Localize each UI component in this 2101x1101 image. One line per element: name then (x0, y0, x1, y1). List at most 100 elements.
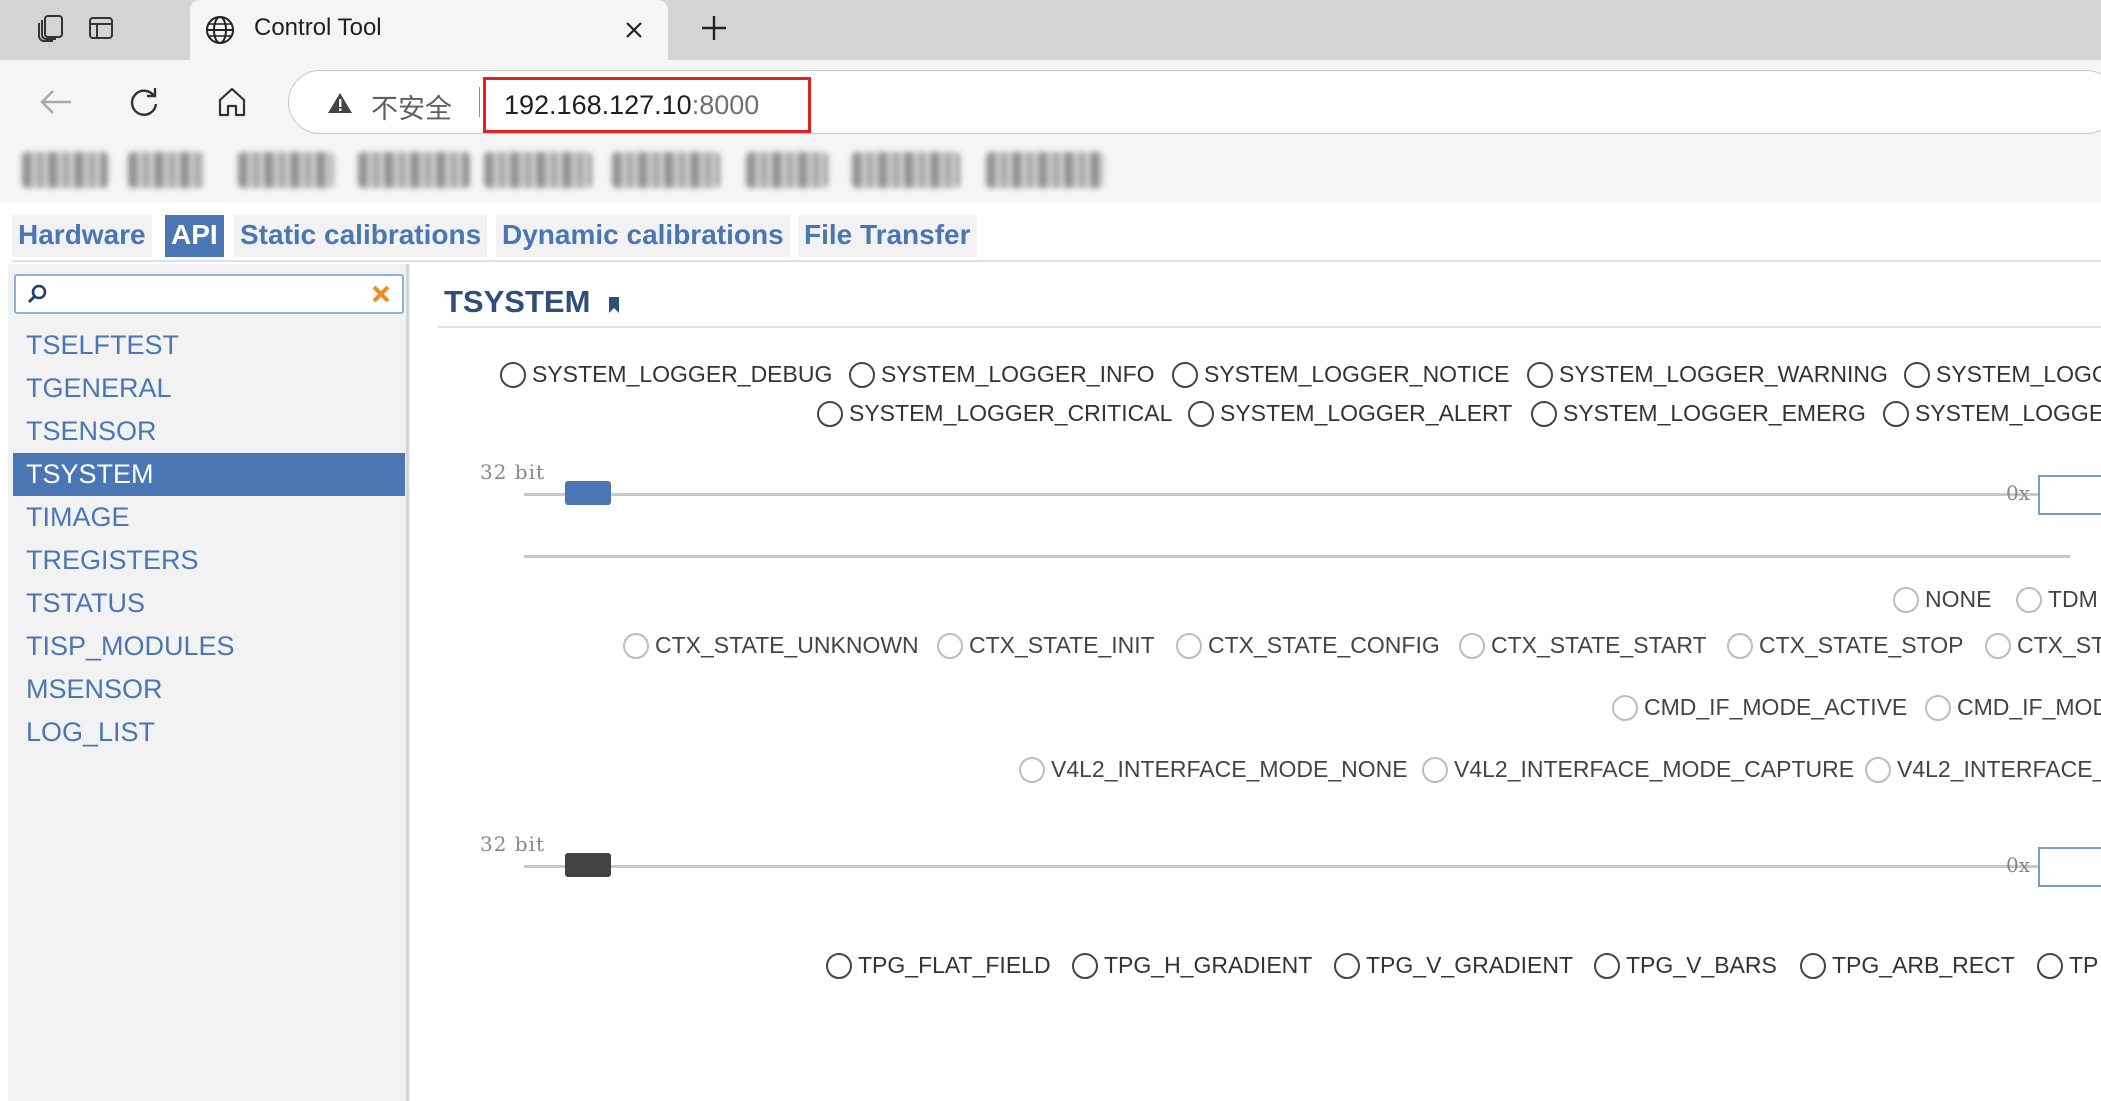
radio-circle[interactable] (1865, 756, 1891, 783)
url-text[interactable]: 192.168.127.10:8000 (504, 90, 759, 121)
back-button[interactable] (32, 78, 80, 126)
radio-tpg-other[interactable]: TP (2037, 952, 2098, 979)
radio-circle[interactable] (1172, 361, 1198, 388)
radio-tpg-flat-field[interactable]: TPG_FLAT_FIELD (826, 952, 1051, 979)
radio-circle[interactable] (1334, 952, 1360, 979)
radio-circle[interactable] (1594, 952, 1620, 979)
radio-logger-info[interactable]: SYSTEM_LOGGER_INFO (849, 361, 1155, 388)
radio-logger-warning[interactable]: SYSTEM_LOGGER_WARNING (1527, 361, 1888, 388)
radio-mode-tdm[interactable]: TDM (2016, 586, 2098, 613)
radio-cmd-mode-other[interactable]: CMD_IF_MOD (1925, 694, 2101, 721)
home-button[interactable] (208, 78, 256, 126)
sidebar-item-tsystem[interactable]: TSYSTEM (13, 453, 405, 496)
radio-v4l2-mode-capture[interactable]: V4L2_INTERFACE_MODE_CAPTURE (1422, 756, 1854, 783)
radio-ctx-stop[interactable]: CTX_STATE_STOP (1727, 632, 1964, 659)
sidebar-item-tselftest[interactable]: TSELFTEST (13, 324, 405, 367)
tab-static-calibrations[interactable]: Static calibrations (234, 215, 488, 257)
radio-circle[interactable] (1072, 952, 1098, 979)
sidebar-item-tsensor[interactable]: TSENSOR (13, 410, 405, 453)
clear-icon[interactable] (368, 281, 394, 307)
value-slider-2-handle[interactable] (565, 853, 611, 877)
tab-dynamic-calibrations[interactable]: Dynamic calibrations (496, 215, 790, 257)
radio-circle[interactable] (817, 400, 843, 427)
radio-circle[interactable] (826, 952, 852, 979)
radio-logger-debug[interactable]: SYSTEM_LOGGER_DEBUG (500, 361, 832, 388)
address-bar[interactable]: 不安全 192.168.127.10:8000 (288, 70, 2101, 134)
radio-tpg-h-gradient[interactable]: TPG_H_GRADIENT (1072, 952, 1312, 979)
radio-circle[interactable] (2037, 952, 2063, 979)
sidebar-item-log-list[interactable]: LOG_LIST (13, 711, 405, 754)
hex-value-input-1[interactable] (2038, 475, 2101, 515)
sidebar-item-tstatus[interactable]: TSTATUS (13, 582, 405, 625)
tab-actions-button[interactable] (70, 0, 132, 56)
radio-ctx-unknown[interactable]: CTX_STATE_UNKNOWN (623, 632, 919, 659)
value-slider-1-handle[interactable] (565, 481, 611, 505)
radio-circle[interactable] (623, 632, 649, 659)
radio-circle[interactable] (937, 632, 963, 659)
radio-label: TPG_FLAT_FIELD (858, 952, 1051, 978)
bookmark-item[interactable] (22, 152, 108, 188)
tab-api[interactable]: API (165, 215, 224, 257)
radio-logger-critical[interactable]: SYSTEM_LOGGER_CRITICAL (817, 400, 1172, 427)
radio-circle[interactable] (1527, 361, 1553, 388)
radio-circle[interactable] (1422, 756, 1448, 783)
radio-tpg-v-bars[interactable]: TPG_V_BARS (1594, 952, 1777, 979)
bookmark-item[interactable] (484, 152, 592, 188)
bookmark-item[interactable] (358, 152, 470, 188)
radio-ctx-start[interactable]: CTX_STATE_START (1459, 632, 1707, 659)
sidebar-item-tgeneral[interactable]: TGENERAL (13, 367, 405, 410)
radio-tpg-arb-rect[interactable]: TPG_ARB_RECT (1800, 952, 2015, 979)
radio-circle[interactable] (1176, 632, 1202, 659)
sidebar-item-tisp-modules[interactable]: TISP_MODULES (13, 625, 405, 668)
radio-logger-alert[interactable]: SYSTEM_LOGGER_ALERT (1188, 400, 1512, 427)
bookmark-item[interactable] (238, 152, 334, 188)
radio-circle[interactable] (1985, 632, 2011, 659)
radio-ctx-other[interactable]: CTX_ST (1985, 632, 2101, 659)
radio-mode-none[interactable]: NONE (1893, 586, 1991, 613)
radio-v4l2-mode-none[interactable]: V4L2_INTERFACE_MODE_NONE (1019, 756, 1408, 783)
globe-icon (206, 16, 234, 44)
radio-logger-error[interactable]: SYSTEM_LOGG (1904, 361, 2101, 388)
sidebar-item-msensor[interactable]: MSENSOR (13, 668, 405, 711)
radio-logger-other[interactable]: SYSTEM_LOGGEI (1883, 400, 2101, 427)
bookmark-item[interactable] (852, 152, 960, 188)
radio-circle[interactable] (1904, 361, 1930, 388)
bookmark-item[interactable] (128, 152, 204, 188)
radio-v4l2-mode-other[interactable]: V4L2_INTERFACE_ (1865, 756, 2101, 783)
radio-circle[interactable] (849, 361, 875, 388)
radio-circle[interactable] (1893, 586, 1919, 613)
radio-label: TPG_H_GRADIENT (1104, 952, 1313, 978)
bookmark-icon[interactable] (608, 296, 620, 314)
radio-ctx-init[interactable]: CTX_STATE_INIT (937, 632, 1155, 659)
radio-circle[interactable] (1188, 400, 1214, 427)
radio-logger-notice[interactable]: SYSTEM_LOGGER_NOTICE (1172, 361, 1509, 388)
radio-tpg-v-gradient[interactable]: TPG_V_GRADIENT (1334, 952, 1573, 979)
radio-logger-emerg[interactable]: SYSTEM_LOGGER_EMERG (1531, 400, 1866, 427)
radio-circle[interactable] (500, 361, 526, 388)
radio-circle[interactable] (1727, 632, 1753, 659)
hex-value-input-2[interactable] (2038, 847, 2101, 887)
bookmark-item[interactable] (612, 152, 720, 188)
sidebar-search[interactable] (14, 274, 404, 314)
bookmark-item[interactable] (986, 152, 1104, 188)
tab-file-transfer[interactable]: File Transfer (798, 215, 977, 257)
radio-cmd-mode-active[interactable]: CMD_IF_MODE_ACTIVE (1612, 694, 1907, 721)
radio-circle[interactable] (1019, 756, 1045, 783)
radio-circle[interactable] (1612, 694, 1638, 721)
radio-circle[interactable] (1883, 400, 1909, 427)
radio-circle[interactable] (2016, 586, 2042, 613)
radio-ctx-config[interactable]: CTX_STATE_CONFIG (1176, 632, 1440, 659)
reload-button[interactable] (120, 78, 168, 126)
tab-close-button[interactable] (614, 10, 654, 50)
radio-circle[interactable] (1925, 694, 1951, 721)
radio-circle[interactable] (1800, 952, 1826, 979)
radio-circle[interactable] (1531, 400, 1557, 427)
bookmark-item[interactable] (746, 152, 828, 188)
browser-tab[interactable]: Control Tool (190, 0, 668, 60)
sidebar-item-tregisters[interactable]: TREGISTERS (13, 539, 405, 582)
tab-hardware[interactable]: Hardware (12, 215, 152, 257)
sidebar-item-timage[interactable]: TIMAGE (13, 496, 405, 539)
radio-circle[interactable] (1459, 632, 1485, 659)
security-status[interactable]: 不安全 (371, 87, 452, 126)
new-tab-button[interactable] (692, 6, 736, 50)
